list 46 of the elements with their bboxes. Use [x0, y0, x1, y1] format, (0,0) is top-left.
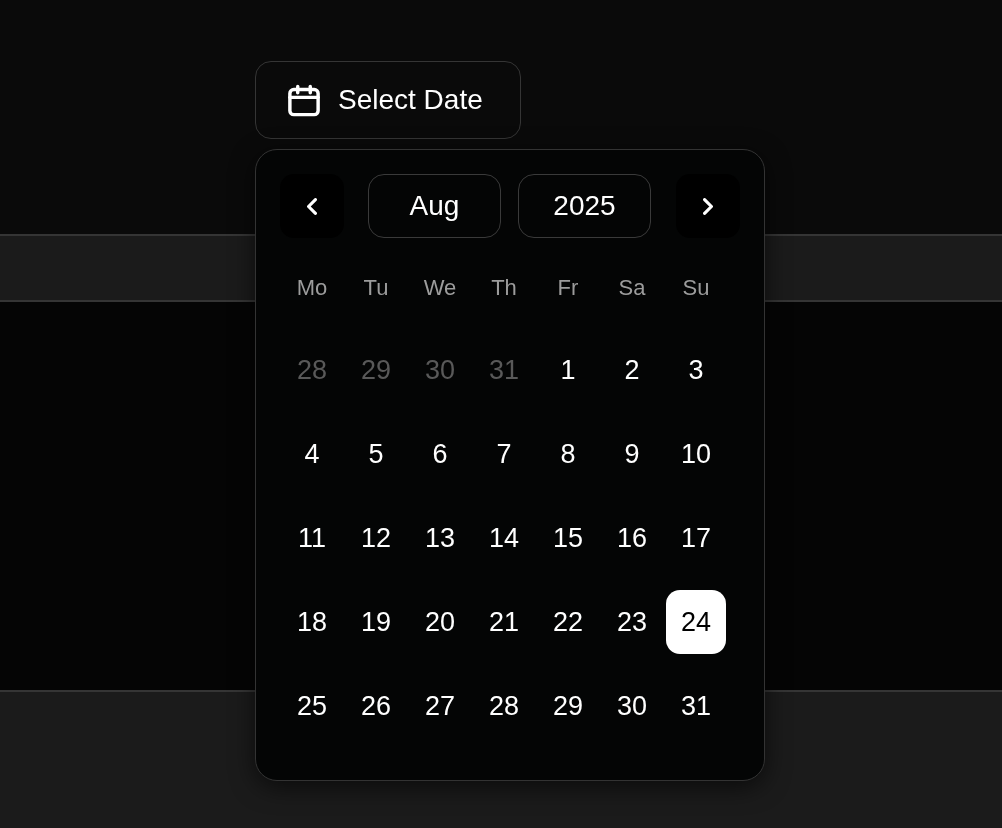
day-button[interactable]: 25: [282, 674, 342, 738]
day-button[interactable]: 30: [602, 674, 662, 738]
day-button[interactable]: 31: [666, 674, 726, 738]
day-button[interactable]: 16: [602, 506, 662, 570]
day-button[interactable]: 5: [346, 422, 406, 486]
select-date-button[interactable]: Select Date: [255, 61, 521, 139]
day-button[interactable]: 8: [538, 422, 598, 486]
day-button[interactable]: 2: [602, 338, 662, 402]
day-button[interactable]: 7: [474, 422, 534, 486]
chevron-right-icon: [703, 197, 713, 215]
year-select[interactable]: 2025: [518, 174, 651, 238]
calendar-icon: [288, 83, 320, 117]
day-button[interactable]: 29: [538, 674, 598, 738]
day-button[interactable]: 12: [346, 506, 406, 570]
day-button[interactable]: 19: [346, 590, 406, 654]
weekday-label: Tu: [363, 275, 389, 301]
weekday-label: We: [423, 275, 457, 301]
day-button[interactable]: 26: [346, 674, 406, 738]
day-button[interactable]: 23: [602, 590, 662, 654]
day-button[interactable]: 10: [666, 422, 726, 486]
day-button[interactable]: 14: [474, 506, 534, 570]
day-button[interactable]: 3: [666, 338, 726, 402]
day-button[interactable]: 18: [282, 590, 342, 654]
day-button[interactable]: 24: [666, 590, 726, 654]
day-button[interactable]: 21: [474, 590, 534, 654]
weekday-label: Su: [682, 275, 710, 301]
weekday-label: Fr: [557, 275, 579, 301]
day-button[interactable]: 4: [282, 422, 342, 486]
previous-month-button[interactable]: [280, 174, 344, 238]
day-button[interactable]: 6: [410, 422, 470, 486]
weekday-label: Mo: [296, 275, 328, 301]
day-button[interactable]: 17: [666, 506, 726, 570]
day-button[interactable]: 15: [538, 506, 598, 570]
day-button[interactable]: 1: [538, 338, 598, 402]
day-button[interactable]: 9: [602, 422, 662, 486]
day-button[interactable]: 22: [538, 590, 598, 654]
day-button[interactable]: 13: [410, 506, 470, 570]
chevron-left-icon: [307, 197, 317, 215]
month-select[interactable]: Aug: [368, 174, 501, 238]
day-button[interactable]: 28: [474, 674, 534, 738]
day-button[interactable]: 27: [410, 674, 470, 738]
weekday-label: Sa: [618, 275, 646, 301]
day-button[interactable]: 11: [282, 506, 342, 570]
next-month-button[interactable]: [676, 174, 740, 238]
weekday-label: Th: [491, 275, 517, 301]
day-button[interactable]: 20: [410, 590, 470, 654]
